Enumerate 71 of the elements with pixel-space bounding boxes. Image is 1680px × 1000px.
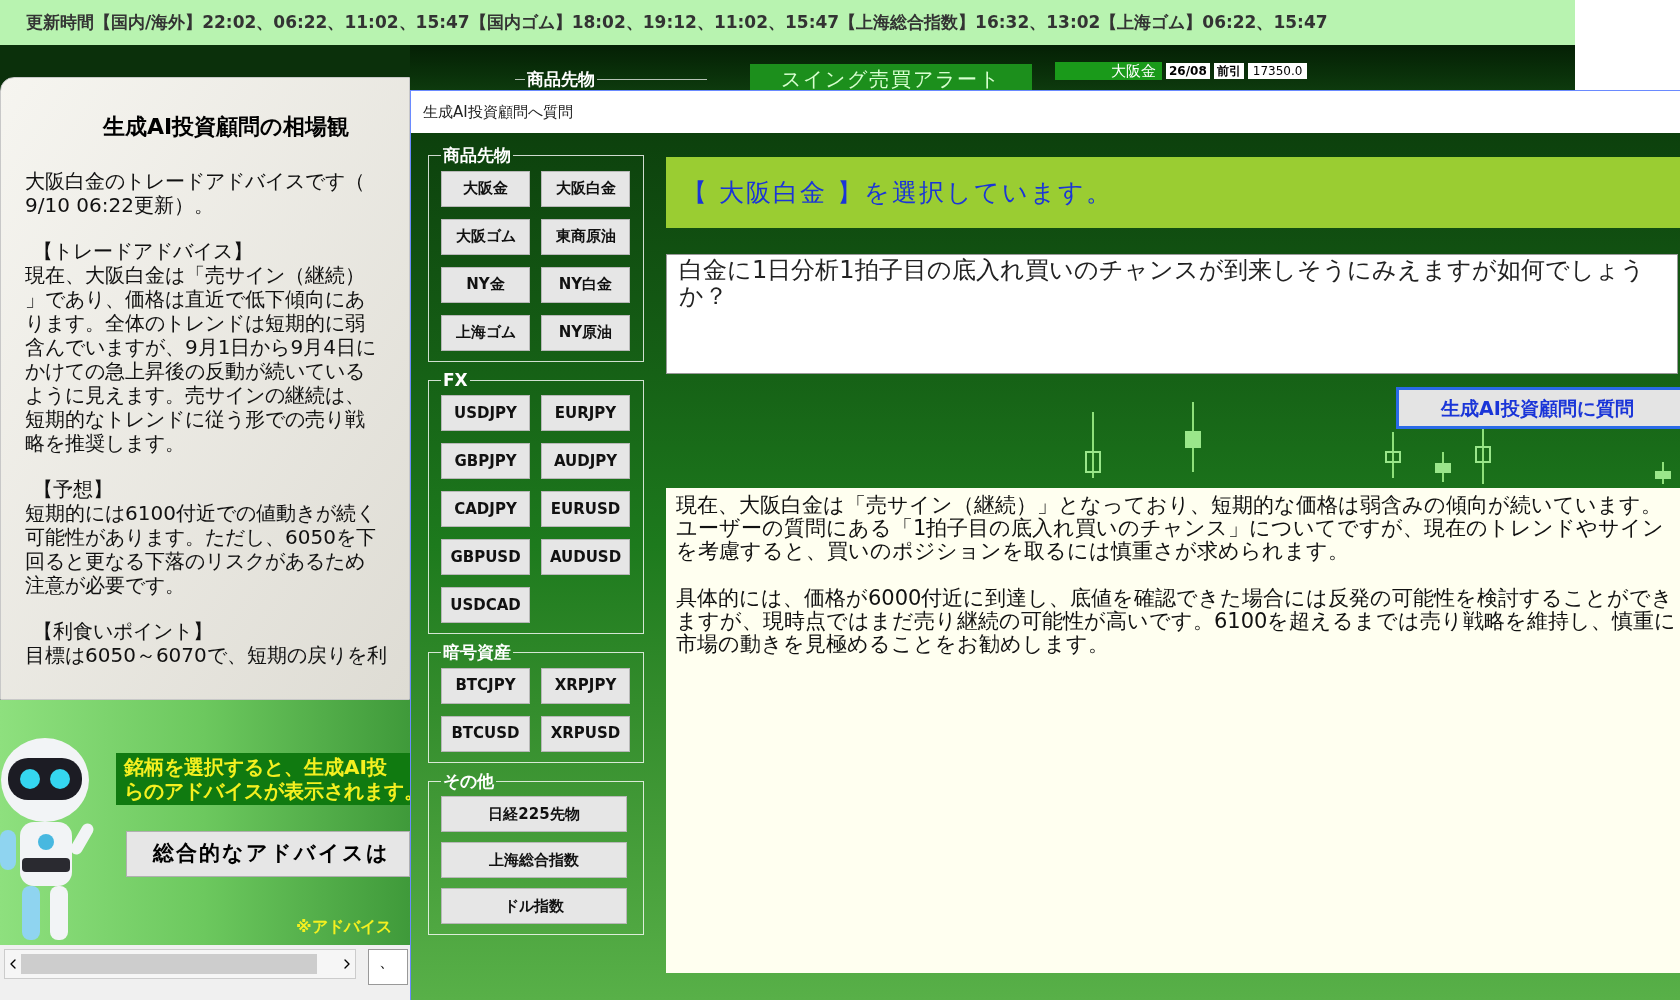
market-button[interactable]: AUDUSD: [541, 539, 630, 575]
market-button[interactable]: CADJPY: [441, 491, 530, 527]
update-bar: 更新時間【国内/海外】22:02、06:22、11:02、15:47【国内ゴム】18:02、19:12、11:02、15:47【上海総合指数】16:32、13:02【上海ゴム】06:22、15:47: [0, 0, 1575, 45]
market-button[interactable]: 大阪白金: [541, 170, 630, 207]
market-button[interactable]: 上海総合指数: [441, 842, 627, 878]
note-text: ※アドバイス: [296, 916, 392, 938]
overall-advice-button[interactable]: 総合的なアドバイスは: [126, 831, 410, 877]
advice-text-line: 」であり、価格は直近で低下傾向にあ: [25, 287, 365, 311]
advice-text-line: 略を推奨します。: [25, 431, 185, 455]
market-button[interactable]: EURJPY: [541, 395, 630, 431]
swing-alert-button[interactable]: スイング売買アラート: [750, 64, 1032, 90]
quote-symbol: 大阪金: [1055, 62, 1162, 80]
advice-text-line: 可能性があります。ただし、6050を下: [25, 525, 376, 549]
market-button[interactable]: ドル指数: [441, 888, 627, 924]
advice-text-line: 含んでいますが、9月1日から9月4日に: [25, 335, 376, 359]
instruction-message: 銘柄を選択すると、生成AI投 らのアドバイスが表示されます。: [116, 753, 410, 805]
candlestick: [1655, 461, 1671, 485]
market-button[interactable]: 上海ゴム: [441, 314, 530, 351]
session-label: 前引: [1213, 63, 1244, 79]
advice-text-line: 大阪白金のトレードアドバイスです（: [25, 169, 365, 193]
market-button[interactable]: BTCJPY: [441, 667, 530, 704]
group-label: 暗号資産: [442, 641, 512, 664]
market-button[interactable]: 大阪金: [441, 170, 530, 207]
question-field[interactable]: 白金に1日分析1拍子目の底入れ買いのチャンスが到来しそうにみえますが如何でしょうか？: [666, 254, 1678, 374]
market-button[interactable]: 大阪ゴム: [441, 218, 530, 255]
answer-paragraph: 現在、大阪白金は「売サイン（継続）」となっており、短期的な価格は弱含みの傾向が続いています。ユーザーの質問にある「1拍子目の底入れ買いのチャンス」についてですが、現在のトレンドやサインを考慮すると、買いのポジションを取るには慎重さが求められます。: [676, 494, 1666, 563]
advice-text-line: 目標は6050～6070で、短期の戻りを利: [25, 643, 387, 667]
group-label: その他: [442, 769, 495, 793]
advice-text-line: 現在、大阪白金は「売サイン（継続）: [25, 263, 365, 287]
horizontal-scrollbar[interactable]: [4, 949, 356, 979]
advice-text-line: ります。全体のトレンドは短期的に弱: [25, 311, 365, 335]
market-button[interactable]: XRPUSD: [541, 715, 630, 752]
section-heading: 【予想】: [32, 477, 113, 501]
section-heading: 【トレードアドバイス】: [32, 239, 253, 263]
ask-advisor-button[interactable]: 生成AI投資顧問に質問: [1396, 387, 1680, 429]
advice-text-line: 短期的なトレンドに従う形での売り戦: [25, 407, 365, 431]
market-button[interactable]: 東商原油: [541, 218, 630, 255]
advice-text-line: 9/10 06:22更新）。: [25, 193, 214, 217]
group-label: FX: [442, 368, 469, 392]
selected-market-banner: 【 大阪白金 】を選択しています。: [666, 157, 1680, 228]
section-heading: 【利食いポイント】: [32, 619, 213, 643]
contract-month: 26/08: [1166, 63, 1210, 79]
market-button[interactable]: AUDJPY: [541, 443, 630, 479]
candlestick: [1435, 451, 1451, 483]
market-button[interactable]: GBPJPY: [441, 443, 530, 479]
candlestick: [1385, 431, 1401, 479]
answer-paragraph: 具体的には、価格が6000付近に到達し、底値を確認できた場合には反発の可能性を検討することができますが、現時点ではまだ売り継続の可能性が高いです。6100を超えるまでは売り戦略を維持し、慎重に市場の動きを見極めることをお勧めします。: [676, 587, 1678, 656]
advice-text-line: 回ると更なる下落のリスクがあるため: [25, 549, 365, 573]
price-value: 17350.0: [1247, 63, 1308, 79]
advice-text-line: 短期的には6100付近での値動きが続く: [25, 501, 376, 525]
group-label: 商品先物: [526, 68, 596, 90]
group-label: 商品先物: [442, 144, 512, 167]
market-button[interactable]: GBPUSD: [441, 539, 530, 575]
candlestick: [1185, 401, 1201, 473]
market-button[interactable]: 日経225先物: [441, 796, 627, 832]
market-button[interactable]: XRPJPY: [541, 667, 630, 704]
market-button[interactable]: USDJPY: [441, 395, 530, 431]
dialog-title: 生成AI投資顧問へ質問: [411, 91, 1680, 133]
advice-text-line: ように見えます。売サインの継続は、: [25, 383, 365, 407]
panel-title: 生成AI投資顧問の相場観: [103, 113, 350, 141]
advice-text-line: 注意が必要です。: [25, 573, 185, 597]
advice-text-line: かけての急上昇後の反動が続いている: [25, 359, 365, 383]
candlestick: [1085, 411, 1101, 479]
market-button[interactable]: NY原油: [541, 314, 630, 351]
market-button[interactable]: BTCUSD: [441, 715, 530, 752]
market-button[interactable]: NY白金: [541, 266, 630, 303]
market-button[interactable]: NY金: [441, 266, 530, 303]
scrollbar-thumb[interactable]: [21, 954, 317, 974]
text-box: 、: [368, 949, 408, 985]
market-button[interactable]: USDCAD: [441, 587, 530, 623]
market-button[interactable]: EURUSD: [541, 491, 630, 527]
